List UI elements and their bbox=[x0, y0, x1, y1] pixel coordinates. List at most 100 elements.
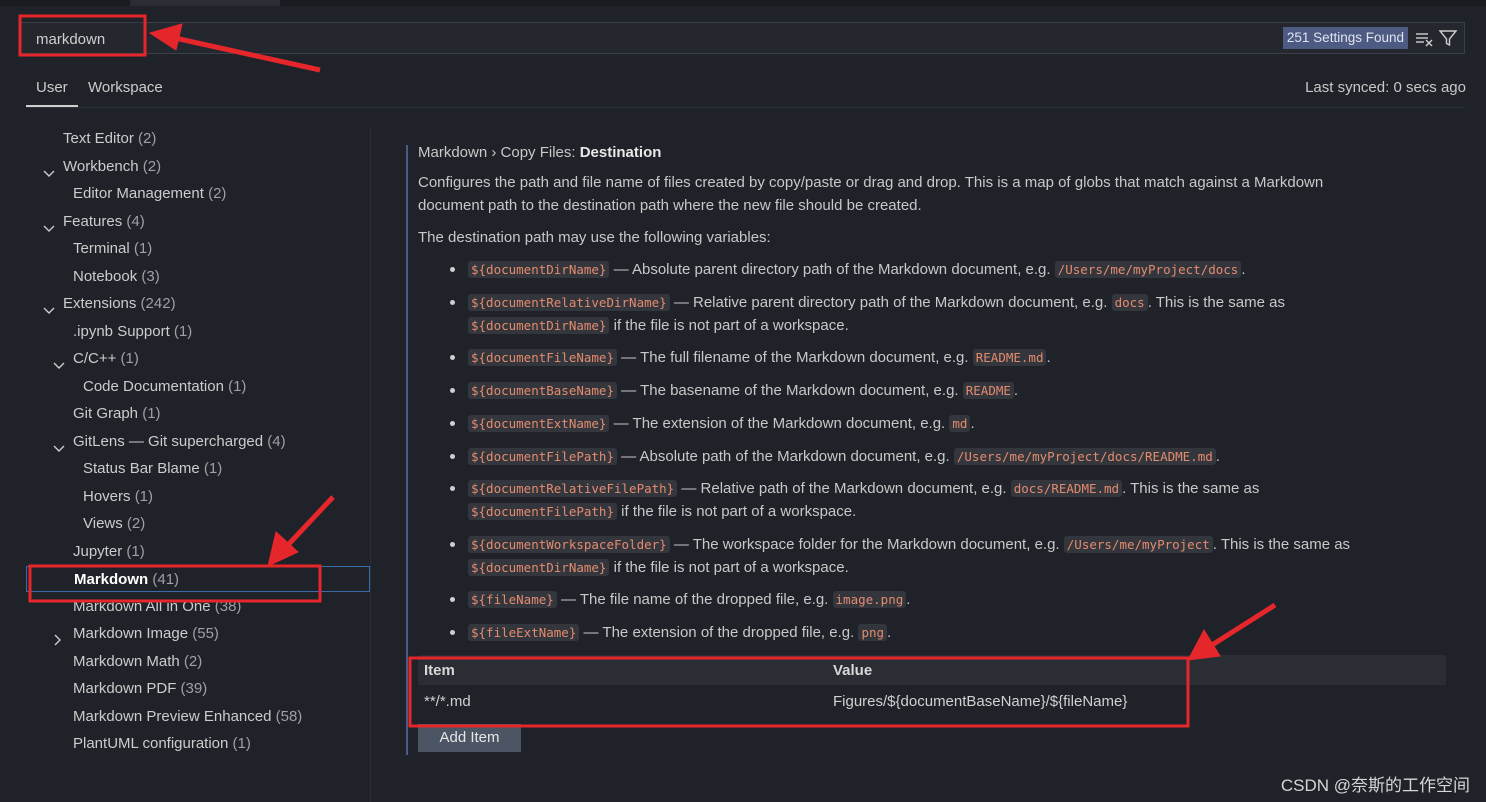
toc-item[interactable]: Hovers (1) bbox=[26, 484, 370, 510]
chevron-down-icon[interactable] bbox=[43, 162, 55, 177]
toc-item[interactable]: Git Graph (1) bbox=[26, 401, 370, 427]
toc-item-count: (41) bbox=[152, 571, 180, 588]
variable-name: ${documentFilePath} bbox=[468, 448, 617, 465]
chevron-down-icon[interactable] bbox=[53, 437, 65, 452]
example-value: docs/README.md bbox=[1010, 480, 1123, 497]
bullet-dot bbox=[450, 630, 455, 635]
variable-description: . bbox=[1241, 261, 1246, 278]
toc-item-count: (38) bbox=[214, 597, 242, 615]
toc-item[interactable]: Features (4) bbox=[26, 209, 370, 235]
toc-item-label: Views bbox=[83, 515, 123, 532]
toc-item[interactable]: Markdown PDF (39) bbox=[26, 676, 370, 702]
toc-item-count: (4) bbox=[126, 212, 145, 230]
variable-description: — Relative parent directory path of the … bbox=[669, 294, 1112, 311]
add-item-button[interactable]: Add Item bbox=[418, 724, 521, 752]
variable-name: ${documentExtName} bbox=[468, 415, 610, 432]
variable-description: — Relative path of the Markdown document… bbox=[677, 480, 1011, 497]
toc-item-label: Hovers bbox=[83, 487, 131, 505]
toc-item[interactable]: Jupyter (1) bbox=[26, 539, 370, 565]
toc-item-count: (2) bbox=[183, 652, 203, 670]
bullet-dot bbox=[450, 355, 455, 360]
toc-item[interactable]: PlantUML configuration (1) bbox=[26, 731, 370, 757]
row-value-cell[interactable]: Figures/${documentBaseName}/${fileName} bbox=[833, 693, 1127, 710]
clear-filter-icon[interactable] bbox=[1414, 29, 1434, 49]
chevron-down-icon[interactable] bbox=[43, 299, 55, 314]
toc-item-count: (39) bbox=[180, 680, 208, 697]
toc-item-label: Markdown bbox=[74, 571, 149, 588]
toc-item-count: (1) bbox=[133, 240, 153, 257]
toc-item[interactable]: GitLens — Git supercharged (4) bbox=[26, 429, 370, 455]
bullet-dot bbox=[450, 454, 455, 459]
variables-intro: The destination path may use the followi… bbox=[418, 229, 771, 246]
toc-divider bbox=[370, 126, 371, 802]
example-value: /Users/me/myProject/docs bbox=[1054, 261, 1242, 278]
toc-item[interactable]: Markdown Preview Enhanced (58) bbox=[26, 704, 370, 730]
variable-name: ${documentDirName} bbox=[468, 317, 610, 334]
variable-description: . bbox=[906, 591, 911, 608]
variable-description: if the file is not part of a workspace. bbox=[609, 317, 849, 334]
toc-item[interactable]: .ipynb Support (1) bbox=[26, 319, 370, 345]
variable-name: ${documentRelativeFilePath} bbox=[468, 480, 678, 497]
tab-user[interactable]: User bbox=[36, 79, 68, 96]
toc-item-label: Extensions bbox=[63, 295, 137, 312]
toc-item[interactable]: Editor Management (2) bbox=[26, 181, 370, 207]
tab-workspace[interactable]: Workspace bbox=[88, 79, 163, 96]
editor-tab[interactable] bbox=[130, 0, 280, 6]
toc-item-label: Workbench bbox=[63, 157, 139, 175]
variable-name: ${documentFilePath} bbox=[468, 503, 617, 520]
toc-item[interactable]: Markdown (41) bbox=[26, 566, 370, 592]
chevron-down-icon[interactable] bbox=[53, 354, 65, 369]
bullet-dot bbox=[450, 267, 455, 272]
example-value: README bbox=[962, 382, 1014, 399]
variable-description: . This is the same as bbox=[1212, 536, 1351, 553]
toc-item-label: Markdown All in One bbox=[73, 597, 211, 615]
setting-name: Destination bbox=[579, 144, 662, 161]
variable-name: ${documentDirName} bbox=[468, 261, 610, 278]
variable-description: . bbox=[1046, 349, 1051, 366]
bullet-dot bbox=[450, 421, 455, 426]
watermark: CSDN @奈斯的工作空间 bbox=[1280, 776, 1470, 795]
toc-item[interactable]: Extensions (242) bbox=[26, 291, 370, 317]
toc-item[interactable]: Markdown Math (2) bbox=[26, 649, 370, 675]
toc-item[interactable]: Status Bar Blame (1) bbox=[26, 456, 370, 482]
bullet-dot bbox=[450, 486, 455, 491]
toc-item-count: (1) bbox=[203, 460, 223, 477]
variable-description: — The full filename of the Markdown docu… bbox=[617, 349, 973, 366]
toc-item[interactable]: Code Documentation (1) bbox=[26, 374, 370, 400]
variable-description: . This is the same as bbox=[1147, 294, 1285, 311]
toc-item[interactable]: Terminal (1) bbox=[26, 236, 370, 262]
toc-item[interactable]: Workbench (2) bbox=[26, 154, 370, 180]
toc-item[interactable]: C/C++ (1) bbox=[26, 346, 370, 372]
search-input[interactable]: markdown bbox=[36, 31, 105, 48]
toc-item-count: (2) bbox=[126, 515, 146, 532]
toc-item[interactable]: Markdown Image (55) bbox=[26, 621, 370, 647]
variable-name: ${documentRelativeDirName} bbox=[468, 294, 670, 311]
toc-item-count: (1) bbox=[173, 322, 193, 340]
toc-item-label: Markdown Preview Enhanced bbox=[73, 707, 272, 725]
toc-item-label: Jupyter bbox=[73, 542, 123, 560]
chevron-right-icon[interactable] bbox=[53, 629, 63, 646]
row-item-cell[interactable]: **/*.md bbox=[424, 693, 471, 710]
settings-table-of-contents: Text Editor (2) Workbench (2) Editor Manag… bbox=[26, 126, 370, 786]
example-value: md bbox=[949, 415, 971, 432]
toc-item-count: (1) bbox=[126, 542, 145, 560]
toc-item[interactable]: Notebook (3) bbox=[26, 264, 370, 290]
filter-icon[interactable] bbox=[1438, 28, 1458, 48]
variable-description: — Absolute path of the Markdown document… bbox=[617, 448, 954, 465]
column-header-value: Value bbox=[833, 662, 873, 679]
column-header-item: Item bbox=[424, 662, 455, 679]
toc-item[interactable]: Text Editor (2) bbox=[26, 126, 370, 152]
toc-item-label: Editor Management bbox=[73, 185, 204, 202]
toc-item[interactable]: Markdown All in One (38) bbox=[26, 594, 370, 620]
variable-name: ${fileExtName} bbox=[468, 624, 580, 641]
settings-search-box[interactable]: markdown 251 Settings Found bbox=[19, 22, 1465, 54]
variable-name: ${fileName} bbox=[468, 591, 557, 608]
variable-description: . bbox=[970, 415, 975, 432]
setting-focus-bar bbox=[406, 145, 408, 755]
toc-item[interactable]: Views (2) bbox=[26, 511, 370, 537]
setting-description-line: Configures the path and file name of fil… bbox=[418, 174, 1324, 191]
bullet-dot bbox=[450, 597, 455, 602]
toc-item-label: Markdown Math bbox=[73, 652, 180, 670]
toc-item-count: (1) bbox=[120, 350, 139, 367]
chevron-down-icon[interactable] bbox=[43, 217, 55, 232]
